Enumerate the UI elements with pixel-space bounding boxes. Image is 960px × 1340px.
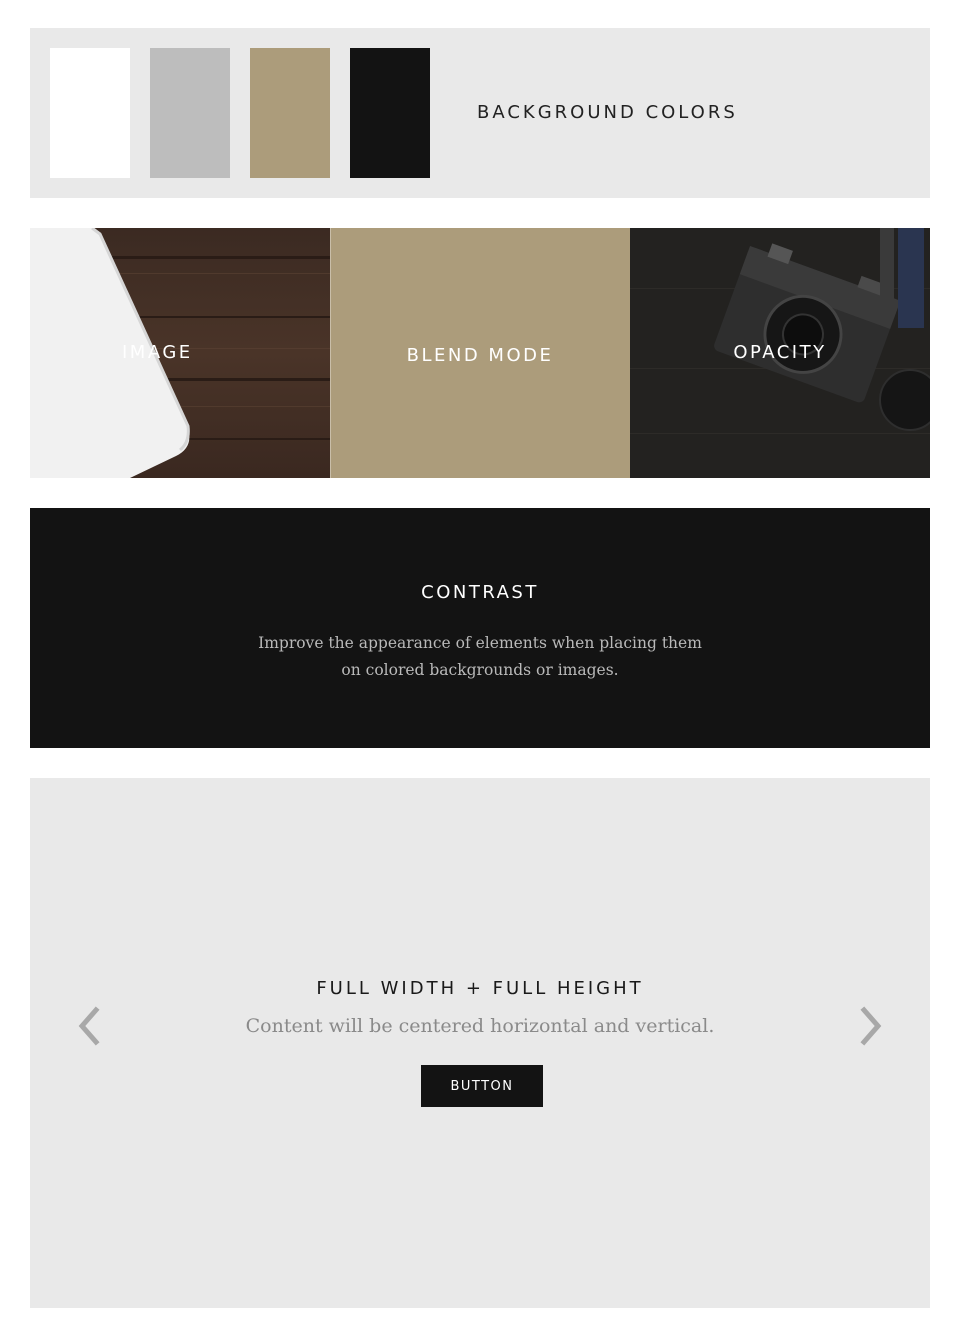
tile-label-opacity: OPACITY xyxy=(733,342,827,363)
contrast-description-line1: Improve the appearance of elements when … xyxy=(258,634,702,652)
contrast-description: Improve the appearance of elements when … xyxy=(230,630,730,684)
chevron-right-icon[interactable] xyxy=(856,1006,886,1046)
background-colors-section: BACKGROUND COLORS xyxy=(30,28,930,198)
tile-image: IMAGE xyxy=(30,228,330,478)
swatch-gray xyxy=(150,48,230,178)
tile-label-image: IMAGE xyxy=(122,342,193,363)
tile-opacity: OPACITY xyxy=(630,228,930,478)
background-colors-title: BACKGROUND COLORS xyxy=(477,102,738,123)
hero-title: FULL WIDTH + FULL HEIGHT xyxy=(316,978,644,999)
contrast-description-line2: on colored backgrounds or images. xyxy=(341,661,619,679)
swatch-white xyxy=(50,48,130,178)
full-width-hero-section: FULL WIDTH + FULL HEIGHT Content will be… xyxy=(30,778,930,1308)
tile-label-blend-mode: BLEND MODE xyxy=(406,345,554,366)
hero-subtitle: Content will be centered horizontal and … xyxy=(245,1015,715,1037)
contrast-title: CONTRAST xyxy=(421,582,539,603)
contrast-section: CONTRAST Improve the appearance of eleme… xyxy=(30,508,930,748)
swatch-tan xyxy=(250,48,330,178)
tile-blend-mode: BLEND MODE xyxy=(330,228,630,478)
swatch-black xyxy=(350,48,430,178)
hero-button[interactable]: BUTTON xyxy=(421,1065,543,1107)
image-tiles-section: IMAGE BLEND MODE OPACITY xyxy=(30,228,930,478)
